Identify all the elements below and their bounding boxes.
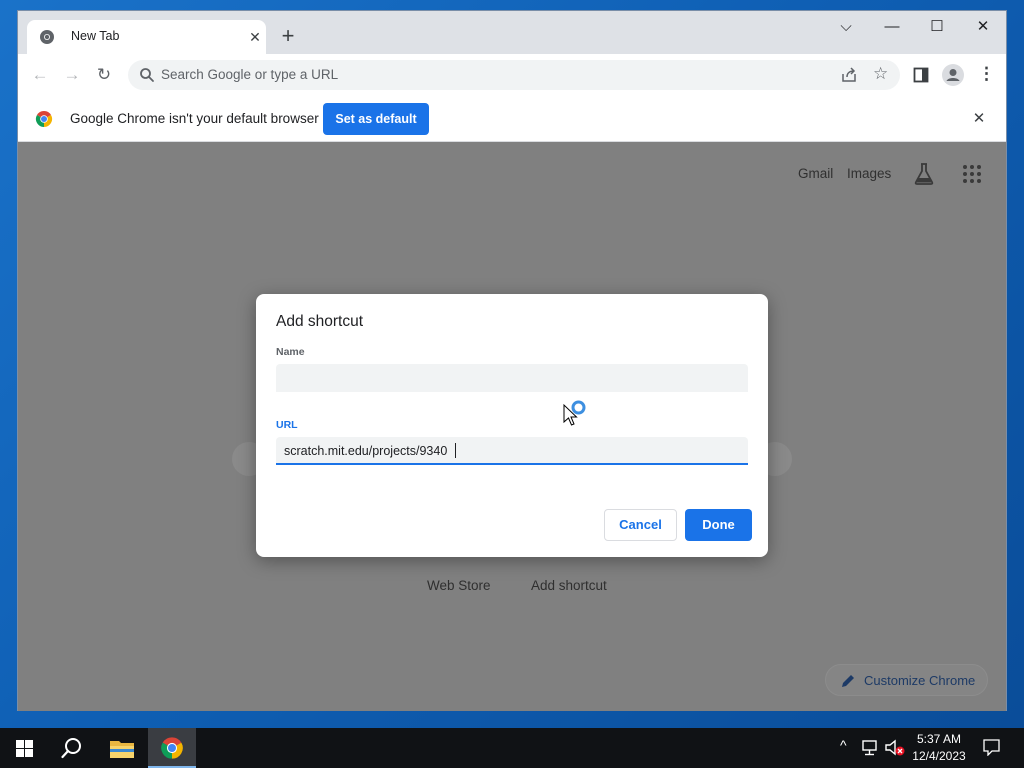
action-center-icon[interactable]	[983, 739, 1000, 756]
infobar-close-icon[interactable]: ✕	[969, 109, 989, 129]
bookmark-star-icon[interactable]: ☆	[873, 64, 888, 84]
new-tab-button[interactable]: +	[277, 25, 299, 48]
profile-avatar-icon[interactable]	[942, 64, 964, 86]
text-caret	[455, 443, 456, 458]
pencil-icon	[842, 675, 854, 687]
side-panel-icon[interactable]	[913, 67, 929, 83]
tab-search-chevron-icon[interactable]: ⌵	[824, 13, 868, 41]
url-label: URL	[276, 419, 298, 431]
file-explorer-taskbar-button[interactable]	[98, 728, 146, 768]
chrome-logo-icon	[35, 110, 53, 128]
name-input[interactable]	[276, 364, 748, 392]
tray-overflow-chevron-icon[interactable]: ^	[840, 737, 847, 753]
set-as-default-button[interactable]: Set as default	[323, 103, 429, 135]
busy-cursor-icon	[563, 400, 586, 426]
tab-strip: New Tab ✕ + ⌵ — ☐ ✕	[18, 11, 1006, 54]
dialog-title: Add shortcut	[276, 313, 364, 330]
url-input-value: scratch.mit.edu/projects/9340	[284, 444, 448, 458]
clock-time[interactable]: 5:37 AM	[909, 732, 969, 746]
cancel-button[interactable]: Cancel	[604, 509, 677, 541]
forward-button[interactable]: →	[59, 62, 85, 88]
volume-muted-icon[interactable]	[885, 739, 905, 757]
minimize-button[interactable]: —	[870, 13, 914, 41]
images-link[interactable]: Images	[847, 166, 891, 181]
shortcut-add-shortcut[interactable]: Add shortcut	[531, 578, 607, 593]
back-button[interactable]: ←	[27, 62, 53, 88]
url-input[interactable]: scratch.mit.edu/projects/9340	[276, 437, 748, 465]
reload-button[interactable]: ↻	[91, 62, 117, 88]
google-apps-grid-icon[interactable]	[962, 164, 982, 184]
menu-kebab-icon[interactable]: ⋮	[978, 64, 995, 84]
folder-icon	[110, 741, 134, 758]
omnibox-placeholder: Search Google or type a URL	[161, 67, 339, 82]
taskbar-search-icon	[61, 738, 81, 759]
start-button[interactable]	[0, 728, 48, 768]
done-button[interactable]: Done	[685, 509, 752, 541]
add-shortcut-dialog: Add shortcut Name URL scratch.mit.edu/pr…	[256, 294, 768, 557]
tab-title: New Tab	[71, 29, 120, 43]
chrome-taskbar-icon	[161, 737, 183, 759]
chrome-taskbar-button[interactable]	[148, 728, 196, 768]
search-taskbar-button[interactable]	[48, 728, 96, 768]
infobar-message: Google Chrome isn't your default browser	[70, 111, 319, 126]
toolbar: ← → ↻ Search Google or type a URL ☆ ⋮	[18, 54, 1006, 96]
labs-flask-icon[interactable]	[913, 162, 935, 186]
gmail-link[interactable]: Gmail	[798, 166, 833, 181]
network-icon[interactable]	[862, 740, 880, 756]
windows-logo-icon	[16, 740, 33, 757]
name-label: Name	[276, 346, 305, 358]
customize-chrome-label: Customize Chrome	[864, 673, 976, 688]
chrome-tab-icon	[40, 30, 54, 44]
search-icon	[140, 68, 154, 82]
shortcut-web-store[interactable]: Web Store	[427, 578, 491, 593]
tab-close-icon[interactable]: ✕	[246, 28, 264, 46]
maximize-button[interactable]: ☐	[915, 13, 959, 41]
taskbar: ^ 5:37 AM 12/4/2023	[0, 728, 1024, 768]
clock-date[interactable]: 12/4/2023	[909, 749, 969, 763]
default-browser-infobar: Google Chrome isn't your default browser…	[18, 96, 1006, 142]
customize-chrome-button[interactable]: Customize Chrome	[825, 664, 988, 696]
omnibox[interactable]: Search Google or type a URL ☆	[128, 60, 900, 90]
share-icon[interactable]	[841, 67, 857, 83]
close-window-button[interactable]: ✕	[961, 13, 1005, 41]
tab-new-tab[interactable]: New Tab ✕	[27, 20, 266, 54]
